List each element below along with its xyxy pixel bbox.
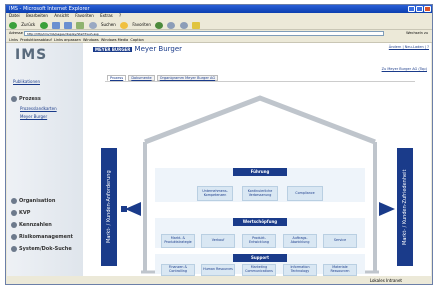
refresh-icon[interactable] [64, 21, 73, 29]
minimize-button[interactable] [408, 6, 415, 12]
box-markt-produktstrategie[interactable]: Markt- & Produktstrategie [161, 234, 195, 248]
right-satisfaction-arrow: Markt- / Kunden-Zufriedenheit [397, 148, 413, 266]
publikationen-link[interactable]: Publikationen [13, 79, 40, 84]
right-arrow-icon [125, 202, 141, 216]
box-produkt-entwicklung[interactable]: Produkt-Entwicklung [242, 234, 276, 248]
sidebar: IMS Publikationen Prozess Prozesslandkar… [7, 43, 83, 276]
browser-window: IMS - Microsoft Internet Explorer Datei … [5, 4, 433, 285]
favorites-icon[interactable] [120, 21, 129, 29]
top-links[interactable]: Ändern | Neu-Laden | ? [389, 45, 429, 49]
menu-file[interactable]: Datei [9, 13, 20, 18]
home-icon[interactable] [76, 21, 85, 29]
title-bar: IMS - Microsoft Internet Explorer [6, 5, 432, 13]
menu-help[interactable]: ? [119, 13, 121, 18]
kennzahlen-bullet-icon [11, 221, 17, 228]
address-bar: Adresse http://http/ims/mb/pages/display… [6, 30, 432, 37]
window-title: IMS - Microsoft Internet Explorer [9, 6, 90, 12]
back-icon[interactable] [9, 21, 17, 29]
search-icon[interactable] [88, 21, 97, 29]
risikomanagement-bullet-icon [11, 233, 17, 240]
print-icon[interactable] [179, 21, 188, 29]
prozess-bullet-icon [11, 95, 17, 102]
box-auftrags-abwicklung[interactable]: Auftrags-Abwicklung [283, 234, 317, 248]
stop-icon[interactable] [51, 21, 60, 29]
link-produktionsablauf[interactable]: Produktionsablauf [20, 38, 51, 42]
box-verkauf[interactable]: Verkauf [201, 234, 235, 248]
go-button[interactable]: Wechseln zu [406, 30, 428, 37]
nav-prozess[interactable]: Prozess [11, 95, 41, 103]
box-compliance[interactable]: Compliance [287, 186, 323, 201]
box-marketing-communications[interactable]: Marketing Communications [242, 264, 276, 276]
link-anpassen[interactable]: Links anpassen [54, 38, 81, 42]
links-label: Links [9, 38, 18, 42]
back-to-top-link[interactable]: Zu Meyer Burger AG (Top) [382, 67, 427, 71]
menu-edit[interactable]: Bearbeiten [26, 13, 48, 18]
mail-icon[interactable] [167, 21, 176, 29]
kvp-bullet-icon [11, 209, 17, 216]
organisation-bullet-icon [11, 197, 17, 204]
search-label[interactable]: Suchen [101, 22, 116, 27]
support-title[interactable]: Support [233, 254, 287, 262]
nav-risikomanagement[interactable]: Risikomanagement [11, 233, 73, 241]
prozesslandkarten-link[interactable]: Prozesslandkarten [20, 106, 57, 111]
box-kontinuierliche-verbesserung[interactable]: Kontinuierliche Verbesserung [242, 186, 278, 201]
menu-tools[interactable]: Extras [100, 13, 113, 18]
brand-header: MEYER BURGER Meyer Burger [93, 45, 182, 53]
close-button[interactable] [424, 6, 431, 12]
brand-tag: MEYER BURGER [93, 46, 133, 52]
box-information-technology[interactable]: Information Technology [283, 264, 317, 276]
history-icon[interactable] [155, 21, 164, 29]
folder-icon[interactable] [191, 21, 200, 29]
link-caption[interactable]: Caption [130, 38, 144, 42]
menu-view[interactable]: Ansicht [54, 13, 69, 18]
main-area: MEYER BURGER Meyer Burger Ändern | Neu-L… [85, 43, 431, 276]
ims-logo[interactable]: IMS [15, 47, 47, 63]
box-unternehmens-kompetenzen[interactable]: Unternehmens-Kompetenzen [197, 186, 233, 201]
wertschoepfung-title[interactable]: Wertschöpfung [233, 218, 287, 226]
meyer-burger-link[interactable]: Meyer Burger [20, 114, 47, 119]
address-input[interactable]: http://http/ims/mb/pages/display/Startfr… [24, 31, 384, 36]
nav-kvp[interactable]: KVP [11, 209, 30, 217]
toolbar: Zurück Suchen Favoriten [6, 19, 432, 30]
nav-system-suche[interactable]: System/Dok-Suche [11, 245, 72, 253]
status-zone: Lokales Intranet [369, 278, 402, 283]
box-service[interactable]: Service [323, 234, 357, 248]
nav-kennzahlen[interactable]: Kennzahlen [11, 221, 52, 229]
box-materiale-ressourcen[interactable]: Materiale Ressourcen [323, 264, 357, 276]
maximize-button[interactable] [416, 6, 423, 12]
link-windows[interactable]: Windows [83, 38, 99, 42]
page-content: IMS Publikationen Prozess Prozesslandkar… [7, 43, 431, 276]
status-bar: Lokales Intranet [6, 276, 432, 284]
system-suche-bullet-icon [11, 245, 17, 252]
nav-organisation[interactable]: Organisation [11, 197, 55, 205]
favorites-label[interactable]: Favoriten [132, 22, 151, 27]
brand-name: Meyer Burger [134, 45, 183, 53]
box-human-resources[interactable]: Human Resources [201, 264, 235, 276]
forward-icon[interactable] [39, 21, 48, 29]
back-label[interactable]: Zurück [21, 22, 35, 27]
box-finanzen-controlling[interactable]: Finanzen & Controlling [161, 264, 195, 276]
link-windows-media[interactable]: Windows Media [101, 38, 128, 42]
process-map: Markt- / Kunden-Anforderung Markt- / Kun… [101, 81, 415, 276]
left-requirement-arrow: Markt- / Kunden-Anforderung [101, 148, 117, 266]
address-label: Adresse [9, 31, 23, 35]
menu-favorites[interactable]: Favoriten [75, 13, 94, 18]
fuehrung-title[interactable]: Führung [233, 168, 287, 176]
